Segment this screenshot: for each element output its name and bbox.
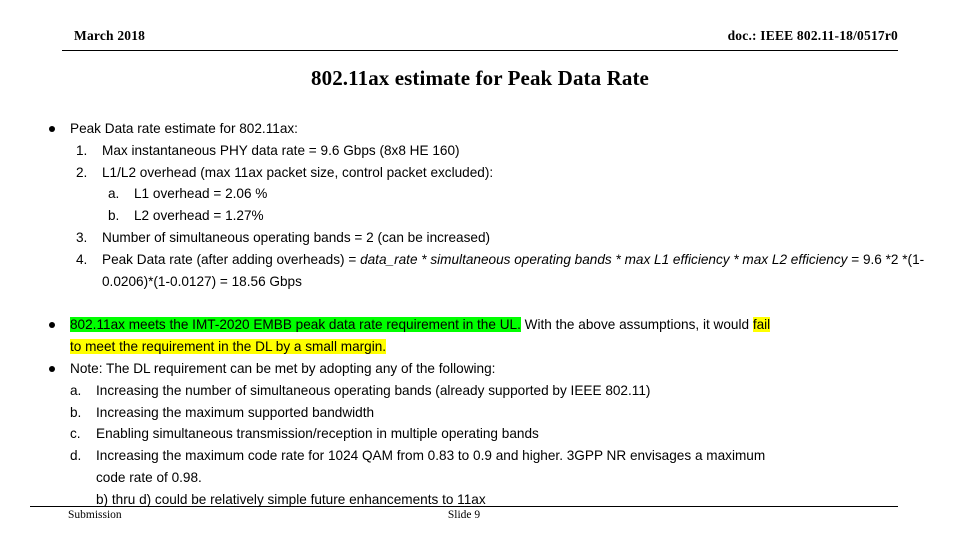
list-item-label: Peak Data rate (after adding overheads) …	[102, 249, 934, 293]
highlight-yellow-text: to meet the requirement in the DL by a s…	[70, 339, 387, 355]
list-item-line-1: Increasing the maximum code rate for 102…	[96, 448, 766, 464]
footer-submission-label: Submission	[68, 509, 122, 521]
list-item-line-2: code rate of 0.98.	[96, 469, 202, 485]
list-item-label: L1/L2 overhead (max 11ax packet size, co…	[102, 164, 494, 180]
highlight-green-text: 802.11ax meets the IMT-2020 EMBB peak da…	[70, 317, 521, 333]
list-item-label: Enabling simultaneous transmission/recep…	[96, 426, 539, 442]
footer-slide-number: Slide 9	[447, 509, 481, 521]
bullet-label: Note: The DL requirement can be met by a…	[70, 360, 496, 376]
list-marker: b.	[70, 404, 82, 420]
bullet-item-imt2020-conclusion: 802.11ax meets the IMT-2020 EMBB peak da…	[44, 314, 934, 358]
header-date: March 2018	[74, 28, 146, 43]
list-item-a: a. Increasing the number of simultaneous…	[44, 380, 934, 402]
slide: March 2018 doc.: IEEE 802.11-18/0517r0 8…	[0, 0, 960, 540]
list-marker: 3.	[76, 229, 88, 245]
list-marker: 4.	[76, 251, 88, 267]
list-item-label: Increasing the maximum code rate for 102…	[96, 445, 934, 489]
list-item-label: Increasing the maximum supported bandwid…	[96, 404, 375, 420]
list-marker: b.	[108, 208, 120, 224]
list-marker: 1.	[76, 142, 88, 158]
plain-text: With the above assumptions, it would	[520, 317, 753, 333]
slide-body: Peak Data rate estimate for 802.11ax: 1.…	[44, 118, 934, 511]
list-item-c: c. Enabling simultaneous transmission/re…	[44, 423, 934, 445]
slide-footer: Slide 9 Submission	[30, 506, 898, 535]
list-marker: d.	[70, 448, 82, 464]
bullet-dot-icon	[49, 322, 55, 329]
slide-header: March 2018 doc.: IEEE 802.11-18/0517r0	[62, 28, 898, 51]
bullet-item-peak-data-rate-estimate: Peak Data rate estimate for 802.11ax:	[44, 118, 934, 140]
list-marker: a.	[70, 382, 82, 398]
header-doc-id: doc.: IEEE 802.11-18/0517r0	[727, 28, 898, 43]
formula-prefix: Peak Data rate (after adding overheads) …	[102, 251, 361, 267]
bullet-item-note: Note: The DL requirement can be met by a…	[44, 358, 934, 380]
formula-italic: data_rate * simultaneous operating bands…	[360, 251, 848, 267]
list-item-b: b. Increasing the maximum supported band…	[44, 402, 934, 424]
list-item-label: L1 overhead = 2.06 %	[134, 186, 268, 202]
list-item-label: Max instantaneous PHY data rate = 9.6 Gb…	[102, 142, 460, 158]
list-item-label: Increasing the number of simultaneous op…	[96, 382, 651, 398]
list-item-1: 1. Max instantaneous PHY data rate = 9.6…	[44, 140, 934, 162]
list-item-3: 3. Number of simultaneous operating band…	[44, 227, 934, 249]
highlight-yellow-fail: fail	[752, 317, 771, 333]
list-item-4: 4. Peak Data rate (after adding overhead…	[44, 249, 934, 293]
bullet-label: Peak Data rate estimate for 802.11ax:	[70, 121, 298, 136]
list-item-label: Number of simultaneous operating bands =…	[102, 229, 491, 245]
bullet-dot-icon	[49, 365, 55, 372]
bullet-label: 802.11ax meets the IMT-2020 EMBB peak da…	[70, 314, 934, 358]
list-item-label: L2 overhead = 1.27%	[134, 208, 264, 224]
list-marker: a.	[108, 186, 120, 202]
bullet-dot-icon	[49, 126, 55, 132]
list-marker: 2.	[76, 164, 88, 180]
list-item-2b: b. L2 overhead = 1.27%	[44, 205, 934, 227]
list-item-d: d. Increasing the maximum code rate for …	[44, 445, 934, 489]
list-marker: c.	[70, 426, 81, 442]
list-item-2: 2. L1/L2 overhead (max 11ax packet size,…	[44, 162, 934, 184]
page-title: 802.11ax estimate for Peak Data Rate	[311, 66, 649, 90]
list-item-2a: a. L1 overhead = 2.06 %	[44, 183, 934, 205]
